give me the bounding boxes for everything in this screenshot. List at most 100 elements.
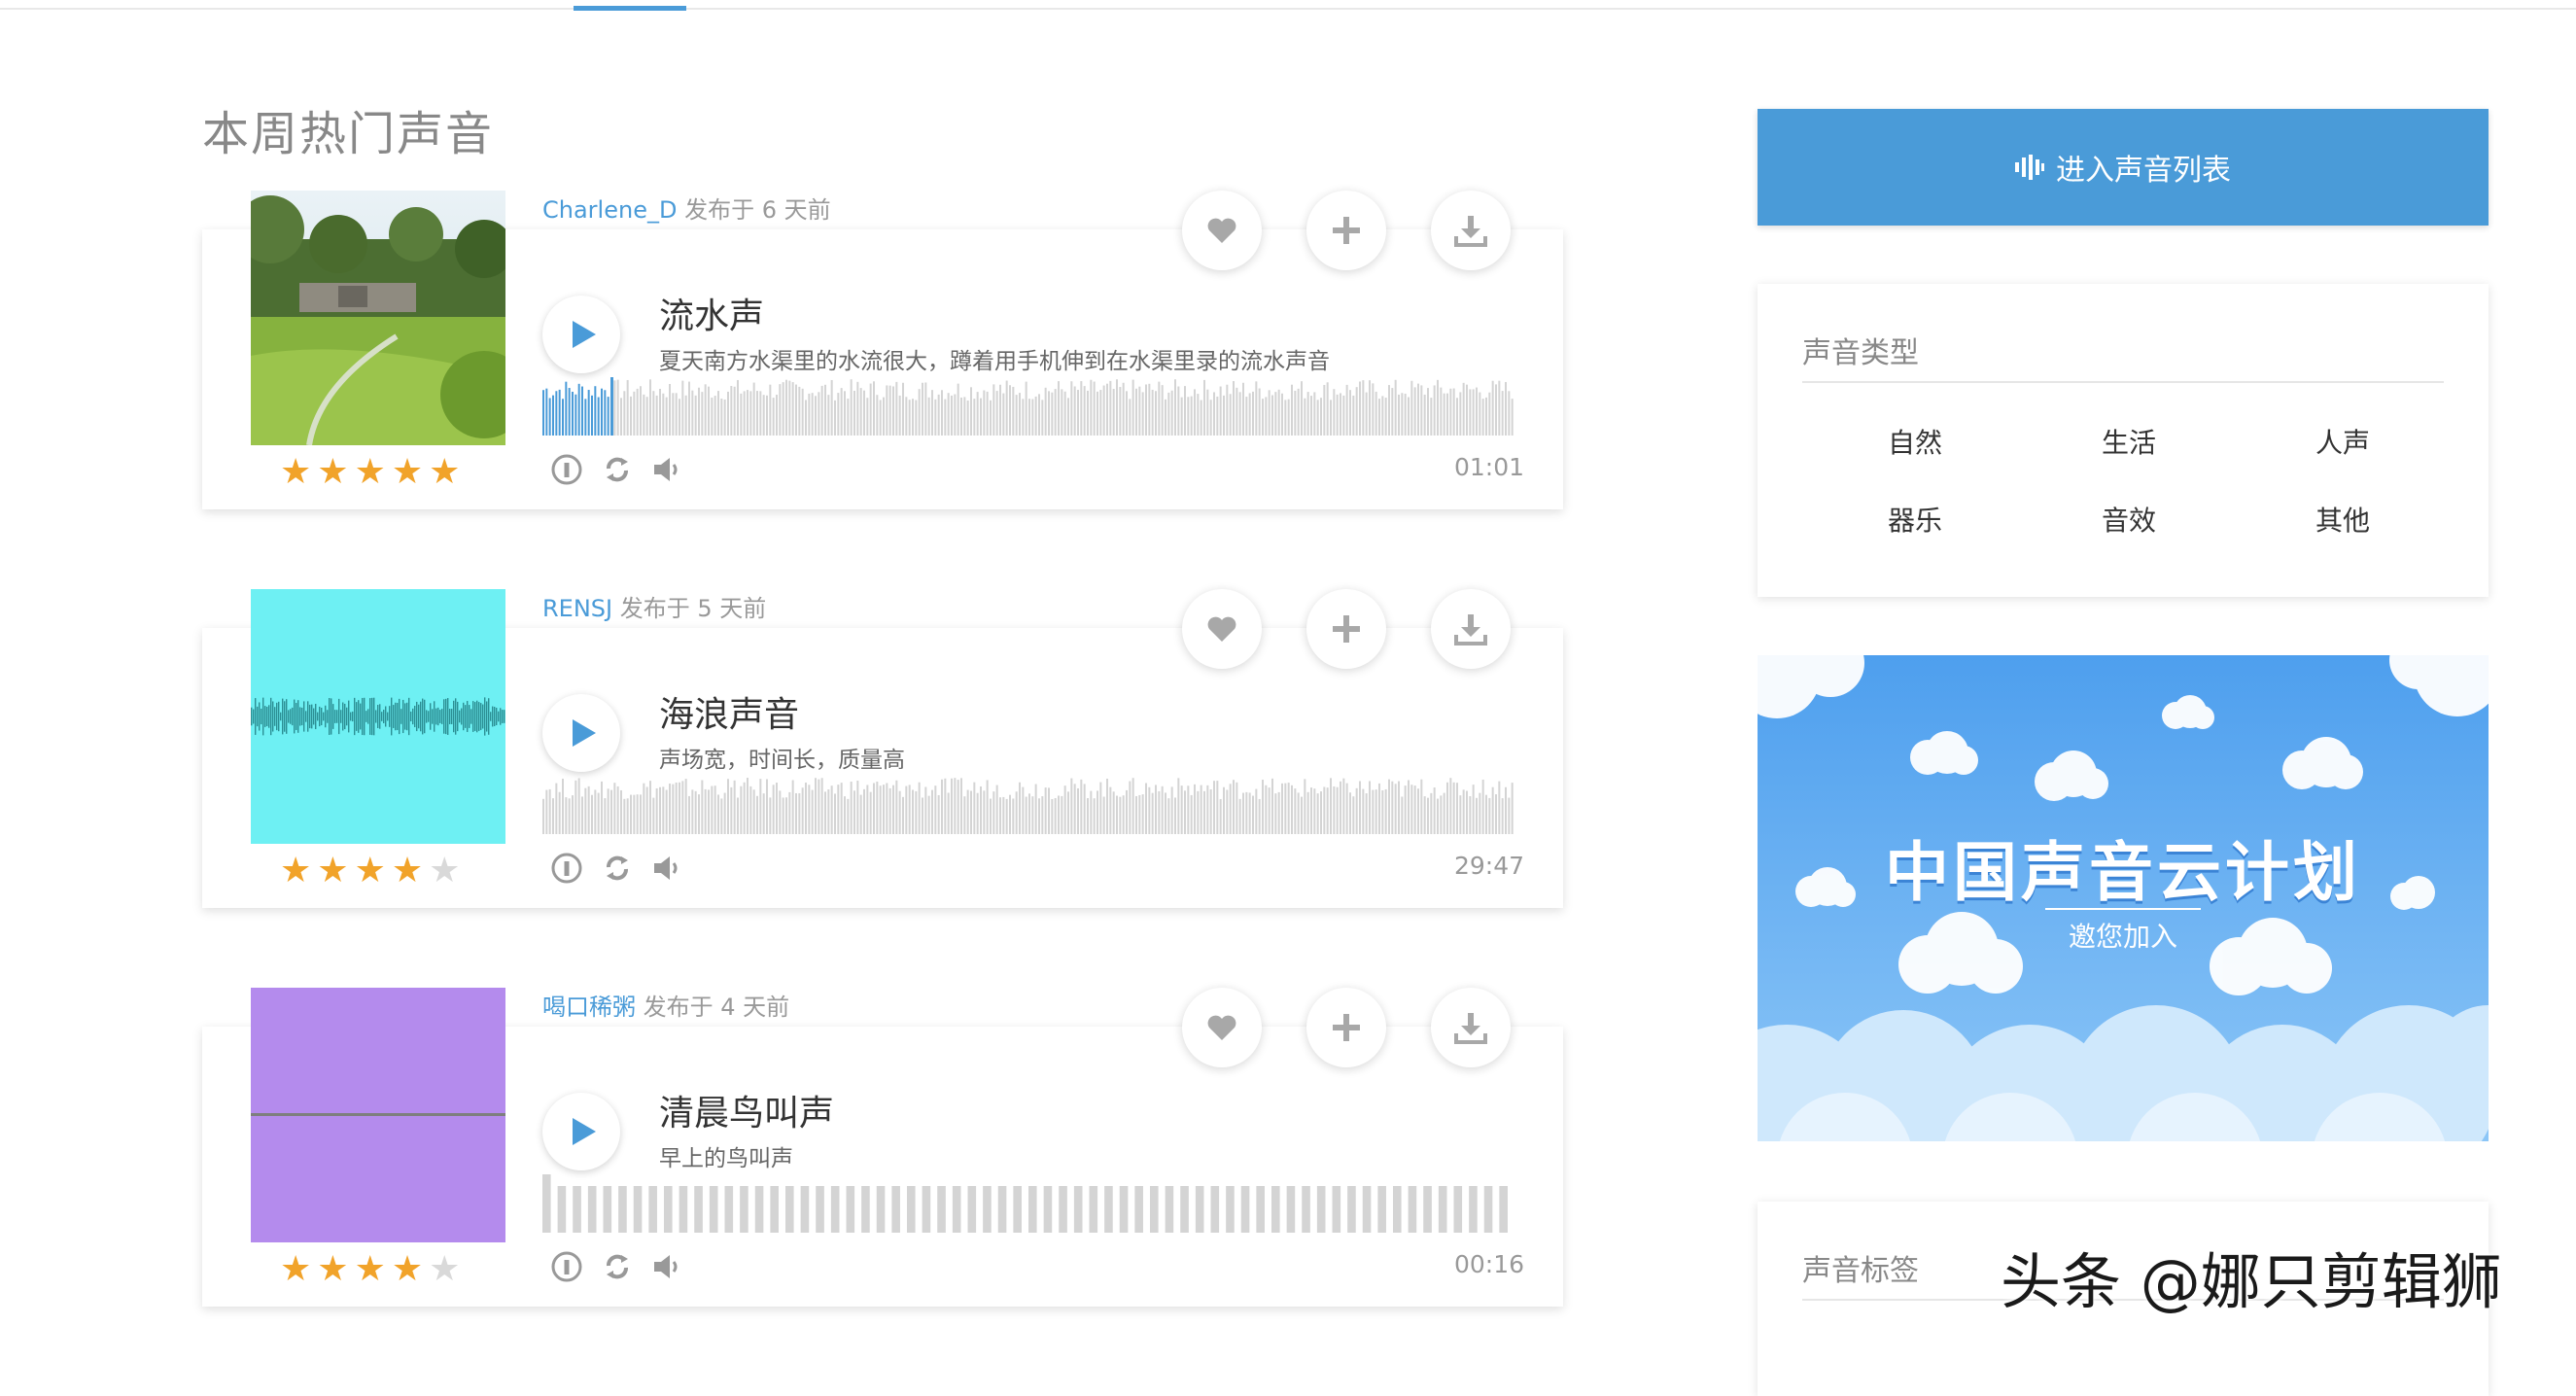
waveform-bar: [555, 783, 558, 834]
type-instrument[interactable]: 器乐: [1837, 500, 1993, 539]
waveform-bar: [1485, 794, 1487, 834]
star-filled-icon[interactable]: ★: [317, 455, 348, 490]
type-nature[interactable]: 自然: [1837, 422, 1993, 461]
waveform-bar: [1028, 793, 1030, 834]
license-icon[interactable]: [550, 453, 583, 486]
waveform-bar: [1491, 786, 1494, 834]
star-filled-icon[interactable]: ★: [280, 455, 311, 490]
rating-stars: ★ ★ ★ ★ ★: [280, 854, 460, 889]
star-empty-icon[interactable]: ★: [429, 1252, 460, 1287]
waveform-bar: [1440, 387, 1443, 436]
star-filled-icon[interactable]: ★: [280, 854, 311, 889]
waveform-bar: [1287, 783, 1290, 834]
star-empty-icon[interactable]: ★: [429, 854, 460, 889]
volume-icon[interactable]: [651, 453, 684, 486]
author-link[interactable]: 喝口稀粥: [542, 994, 636, 1021]
sound-title[interactable]: 清晨鸟叫声: [659, 1085, 834, 1135]
waveform[interactable]: [542, 776, 1514, 834]
add-button[interactable]: [1306, 191, 1386, 270]
waveform-bar: [1148, 383, 1151, 436]
star-filled-icon[interactable]: ★: [392, 1252, 423, 1287]
waveform-bar: [1161, 385, 1164, 436]
waveform-bar: [1274, 392, 1277, 436]
waveform-bar: [1369, 380, 1371, 436]
type-voice[interactable]: 人声: [2265, 422, 2420, 461]
waveform-bar: [1226, 384, 1229, 436]
waveform-bar: [626, 379, 629, 436]
waveform-bar: [1200, 785, 1202, 834]
waveform-bar: [603, 1186, 612, 1233]
star-filled-icon[interactable]: ★: [392, 455, 423, 490]
play-icon: [573, 1118, 596, 1145]
author-link[interactable]: RENSJ: [542, 595, 612, 622]
play-button[interactable]: [542, 1093, 620, 1170]
download-button[interactable]: [1431, 589, 1511, 669]
play-button[interactable]: [542, 694, 620, 772]
waveform-bar: [1090, 379, 1093, 436]
sound-thumbnail[interactable]: [251, 988, 505, 1242]
waveform-bar: [766, 395, 768, 436]
waveform-bar: [1297, 388, 1300, 436]
waveform-bar: [980, 398, 982, 436]
loop-icon[interactable]: [601, 1250, 634, 1283]
waveform-bar: [960, 778, 962, 834]
waveform-bar: [970, 387, 972, 436]
waveform-bar: [891, 1186, 900, 1233]
add-button[interactable]: [1306, 589, 1386, 669]
sound-title[interactable]: 海浪声音: [659, 686, 799, 737]
waveform-bar: [772, 785, 775, 834]
star-filled-icon[interactable]: ★: [355, 1252, 386, 1287]
playhead[interactable]: [610, 377, 613, 436]
waveform-bar: [795, 792, 797, 834]
waveform[interactable]: [542, 377, 1514, 436]
enter-sound-list-button[interactable]: 进入声音列表: [1758, 109, 2489, 226]
sound-thumbnail[interactable]: [251, 191, 505, 445]
waveform-bar: [997, 1186, 1007, 1233]
waveform-bar: [811, 789, 814, 834]
waveform-bar: [1430, 792, 1433, 834]
star-filled-icon[interactable]: ★: [429, 455, 460, 490]
author-link[interactable]: Charlene_D: [542, 196, 677, 224]
like-button[interactable]: [1182, 191, 1262, 270]
waveform-bar: [1015, 395, 1018, 436]
waveform-bar: [769, 797, 772, 834]
license-icon[interactable]: [550, 1250, 583, 1283]
waveform-bar: [954, 394, 957, 436]
license-icon[interactable]: [550, 852, 583, 885]
type-effects[interactable]: 音效: [2051, 500, 2207, 539]
like-button[interactable]: [1182, 988, 1262, 1067]
star-filled-icon[interactable]: ★: [355, 455, 386, 490]
waveform-bar: [811, 393, 814, 436]
loop-icon[interactable]: [601, 453, 634, 486]
volume-icon[interactable]: [651, 852, 684, 885]
sound-thumbnail[interactable]: [251, 589, 505, 844]
waveform[interactable]: [542, 1174, 1514, 1233]
play-button[interactable]: [542, 296, 620, 373]
banner-title: 中国声音云计划: [1885, 835, 2361, 910]
waveform-bar: [1248, 792, 1251, 834]
download-button[interactable]: [1431, 988, 1511, 1067]
star-filled-icon[interactable]: ★: [317, 1252, 348, 1287]
download-button[interactable]: [1431, 191, 1511, 270]
star-filled-icon[interactable]: ★: [355, 854, 386, 889]
sound-cloud-plan-banner[interactable]: 中国声音云计划 邀您加入: [1758, 655, 2489, 1141]
type-other[interactable]: 其他: [2265, 500, 2420, 539]
volume-icon[interactable]: [651, 1250, 684, 1283]
add-button[interactable]: [1306, 988, 1386, 1067]
type-life[interactable]: 生活: [2051, 422, 2207, 461]
waveform-bar: [873, 783, 875, 834]
waveform-bar: [1326, 787, 1329, 834]
waveform-bar: [801, 388, 804, 436]
waveform-bar: [770, 1186, 779, 1233]
sound-title[interactable]: 流水声: [659, 288, 764, 338]
loop-icon[interactable]: [601, 852, 634, 885]
waveform-bar: [1508, 391, 1511, 436]
star-filled-icon[interactable]: ★: [317, 854, 348, 889]
waveform-bar: [1268, 390, 1271, 436]
waveform-bar: [1180, 1186, 1189, 1233]
waveform-bar: [1483, 1186, 1493, 1233]
waveform-bar: [785, 379, 787, 436]
star-filled-icon[interactable]: ★: [280, 1252, 311, 1287]
star-filled-icon[interactable]: ★: [392, 854, 423, 889]
like-button[interactable]: [1182, 589, 1262, 669]
